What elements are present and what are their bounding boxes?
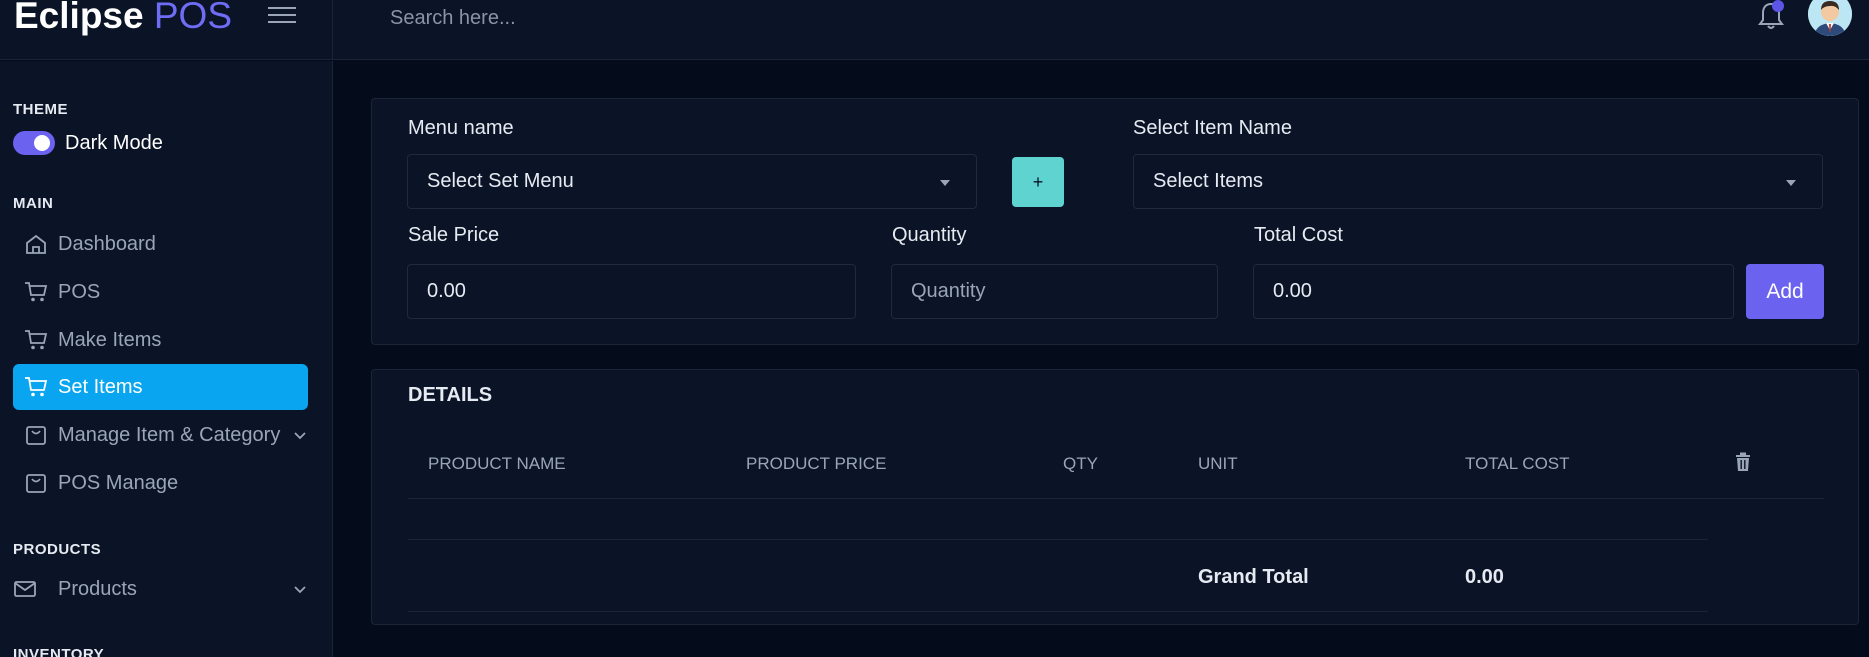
quantity-input[interactable]: [891, 264, 1218, 319]
cart-icon: [25, 330, 48, 350]
brand-main-text: Eclipse: [14, 0, 144, 36]
total-cost-input[interactable]: [1253, 264, 1734, 319]
details-card: DETAILS PRODUCT NAME PRODUCT PRICE QTY U…: [371, 369, 1859, 625]
column-header-unit: UNIT: [1198, 454, 1238, 473]
sidebar-item-label: POS: [58, 281, 101, 303]
bag-icon: [26, 474, 46, 493]
add-menu-button[interactable]: +: [1012, 157, 1064, 207]
total-cost-label: Total Cost: [1254, 224, 1343, 246]
menu-name-label: Menu name: [408, 117, 514, 139]
column-header-total-cost: TOTAL COST: [1465, 454, 1570, 473]
chevron-down-icon: [294, 586, 306, 594]
sale-price-label: Sale Price: [408, 224, 500, 246]
sidebar-item-label: Dashboard: [58, 233, 156, 255]
grand-total-label: Grand Total: [1198, 566, 1309, 588]
inventory-section-title: INVENTORY: [13, 646, 105, 657]
item-name-select[interactable]: Select Items: [1133, 154, 1823, 209]
add-button[interactable]: Add: [1746, 264, 1824, 319]
table-divider: [408, 498, 1824, 499]
sidebar-item-label: Manage Item & Category: [58, 424, 281, 446]
column-header-product-price: PRODUCT PRICE: [746, 454, 887, 473]
sidebar-item-manage-item-category[interactable]: Manage Item & Category: [13, 412, 308, 458]
item-name-select-value: Select Items: [1153, 170, 1264, 192]
column-header-product-name: PRODUCT NAME: [428, 454, 566, 473]
user-avatar[interactable]: [1808, 0, 1852, 36]
brand-accent-text: POS: [153, 0, 232, 36]
sidebar-item-products[interactable]: Products: [13, 566, 308, 612]
bag-icon: [26, 426, 46, 445]
cart-icon: [25, 377, 48, 397]
table-divider: [408, 611, 1708, 612]
dropdown-caret-icon: [1786, 180, 1796, 186]
notification-badge: [1772, 0, 1784, 12]
grand-total-value: 0.00: [1465, 566, 1504, 588]
table-divider: [408, 539, 1708, 540]
details-title: DETAILS: [408, 384, 493, 406]
quantity-label: Quantity: [892, 224, 967, 246]
menu-name-select-value: Select Set Menu: [427, 170, 574, 192]
trash-icon[interactable]: [1734, 452, 1752, 472]
products-section-title: PRODUCTS: [13, 541, 102, 558]
sidebar-item-label: Set Items: [58, 376, 143, 398]
sidebar-item-make-items[interactable]: Make Items: [13, 317, 308, 363]
dark-mode-toggle[interactable]: [13, 131, 55, 155]
mail-icon: [14, 581, 36, 597]
sidebar-item-set-items[interactable]: Set Items: [13, 364, 308, 410]
chevron-down-icon: [294, 432, 306, 440]
sidebar-item-pos-manage[interactable]: POS Manage: [13, 460, 308, 506]
top-bar: Eclipse POS: [0, 0, 1869, 60]
sidebar-item-dashboard[interactable]: Dashboard: [13, 221, 308, 267]
main-section-title: MAIN: [13, 195, 54, 212]
search-input[interactable]: [390, 6, 990, 30]
dropdown-caret-icon: [940, 180, 950, 186]
sidebar-item-label: Products: [58, 578, 137, 600]
column-header-qty: QTY: [1063, 454, 1098, 473]
menu-name-select[interactable]: Select Set Menu: [407, 154, 977, 209]
dark-mode-label: Dark Mode: [65, 132, 163, 154]
sidebar: THEME Dark Mode MAIN Dashboard POS Make …: [0, 61, 333, 657]
brand-logo[interactable]: Eclipse POS: [14, 0, 232, 38]
item-name-label: Select Item Name: [1133, 117, 1292, 139]
sidebar-item-label: Make Items: [58, 329, 162, 351]
sidebar-item-label: POS Manage: [58, 472, 179, 494]
sale-price-input[interactable]: [407, 264, 856, 319]
theme-section-title: THEME: [13, 101, 68, 118]
set-item-form-card: Menu name Select Set Menu + Select Item …: [371, 98, 1859, 345]
cart-icon: [25, 282, 48, 302]
sidebar-item-pos[interactable]: POS: [13, 269, 308, 315]
menu-toggle-icon[interactable]: [268, 3, 296, 27]
brand-area: Eclipse POS: [0, 0, 333, 60]
home-icon: [26, 234, 46, 254]
